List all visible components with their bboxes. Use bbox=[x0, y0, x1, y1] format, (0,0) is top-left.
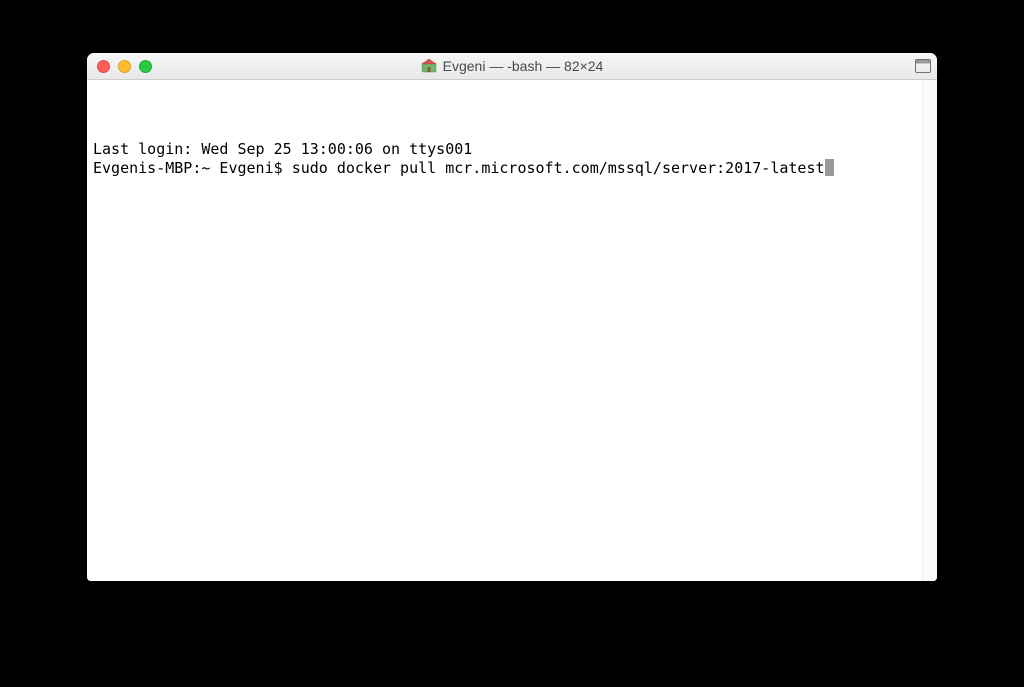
scrollbar[interactable] bbox=[922, 80, 937, 581]
titlebar-right bbox=[915, 59, 931, 73]
traffic-lights bbox=[87, 60, 152, 73]
minimize-button[interactable] bbox=[118, 60, 131, 73]
panel-icon[interactable] bbox=[915, 59, 931, 73]
home-folder-icon bbox=[421, 58, 437, 74]
command-text: sudo docker pull mcr.microsoft.com/mssql… bbox=[292, 159, 825, 178]
window-title-group: Evgeni — -bash — 82×24 bbox=[87, 58, 937, 74]
last-login-line: Last login: Wed Sep 25 13:00:06 on ttys0… bbox=[93, 140, 931, 159]
shell-prompt: Evgenis-MBP:~ Evgeni$ bbox=[93, 159, 292, 178]
close-button[interactable] bbox=[97, 60, 110, 73]
terminal-window: Evgeni — -bash — 82×24 Last login: Wed S… bbox=[87, 53, 937, 581]
cursor bbox=[825, 159, 834, 176]
terminal-content[interactable]: Last login: Wed Sep 25 13:00:06 on ttys0… bbox=[87, 80, 937, 581]
titlebar[interactable]: Evgeni — -bash — 82×24 bbox=[87, 53, 937, 80]
maximize-button[interactable] bbox=[139, 60, 152, 73]
window-title-text: Evgeni — -bash — 82×24 bbox=[443, 58, 604, 74]
